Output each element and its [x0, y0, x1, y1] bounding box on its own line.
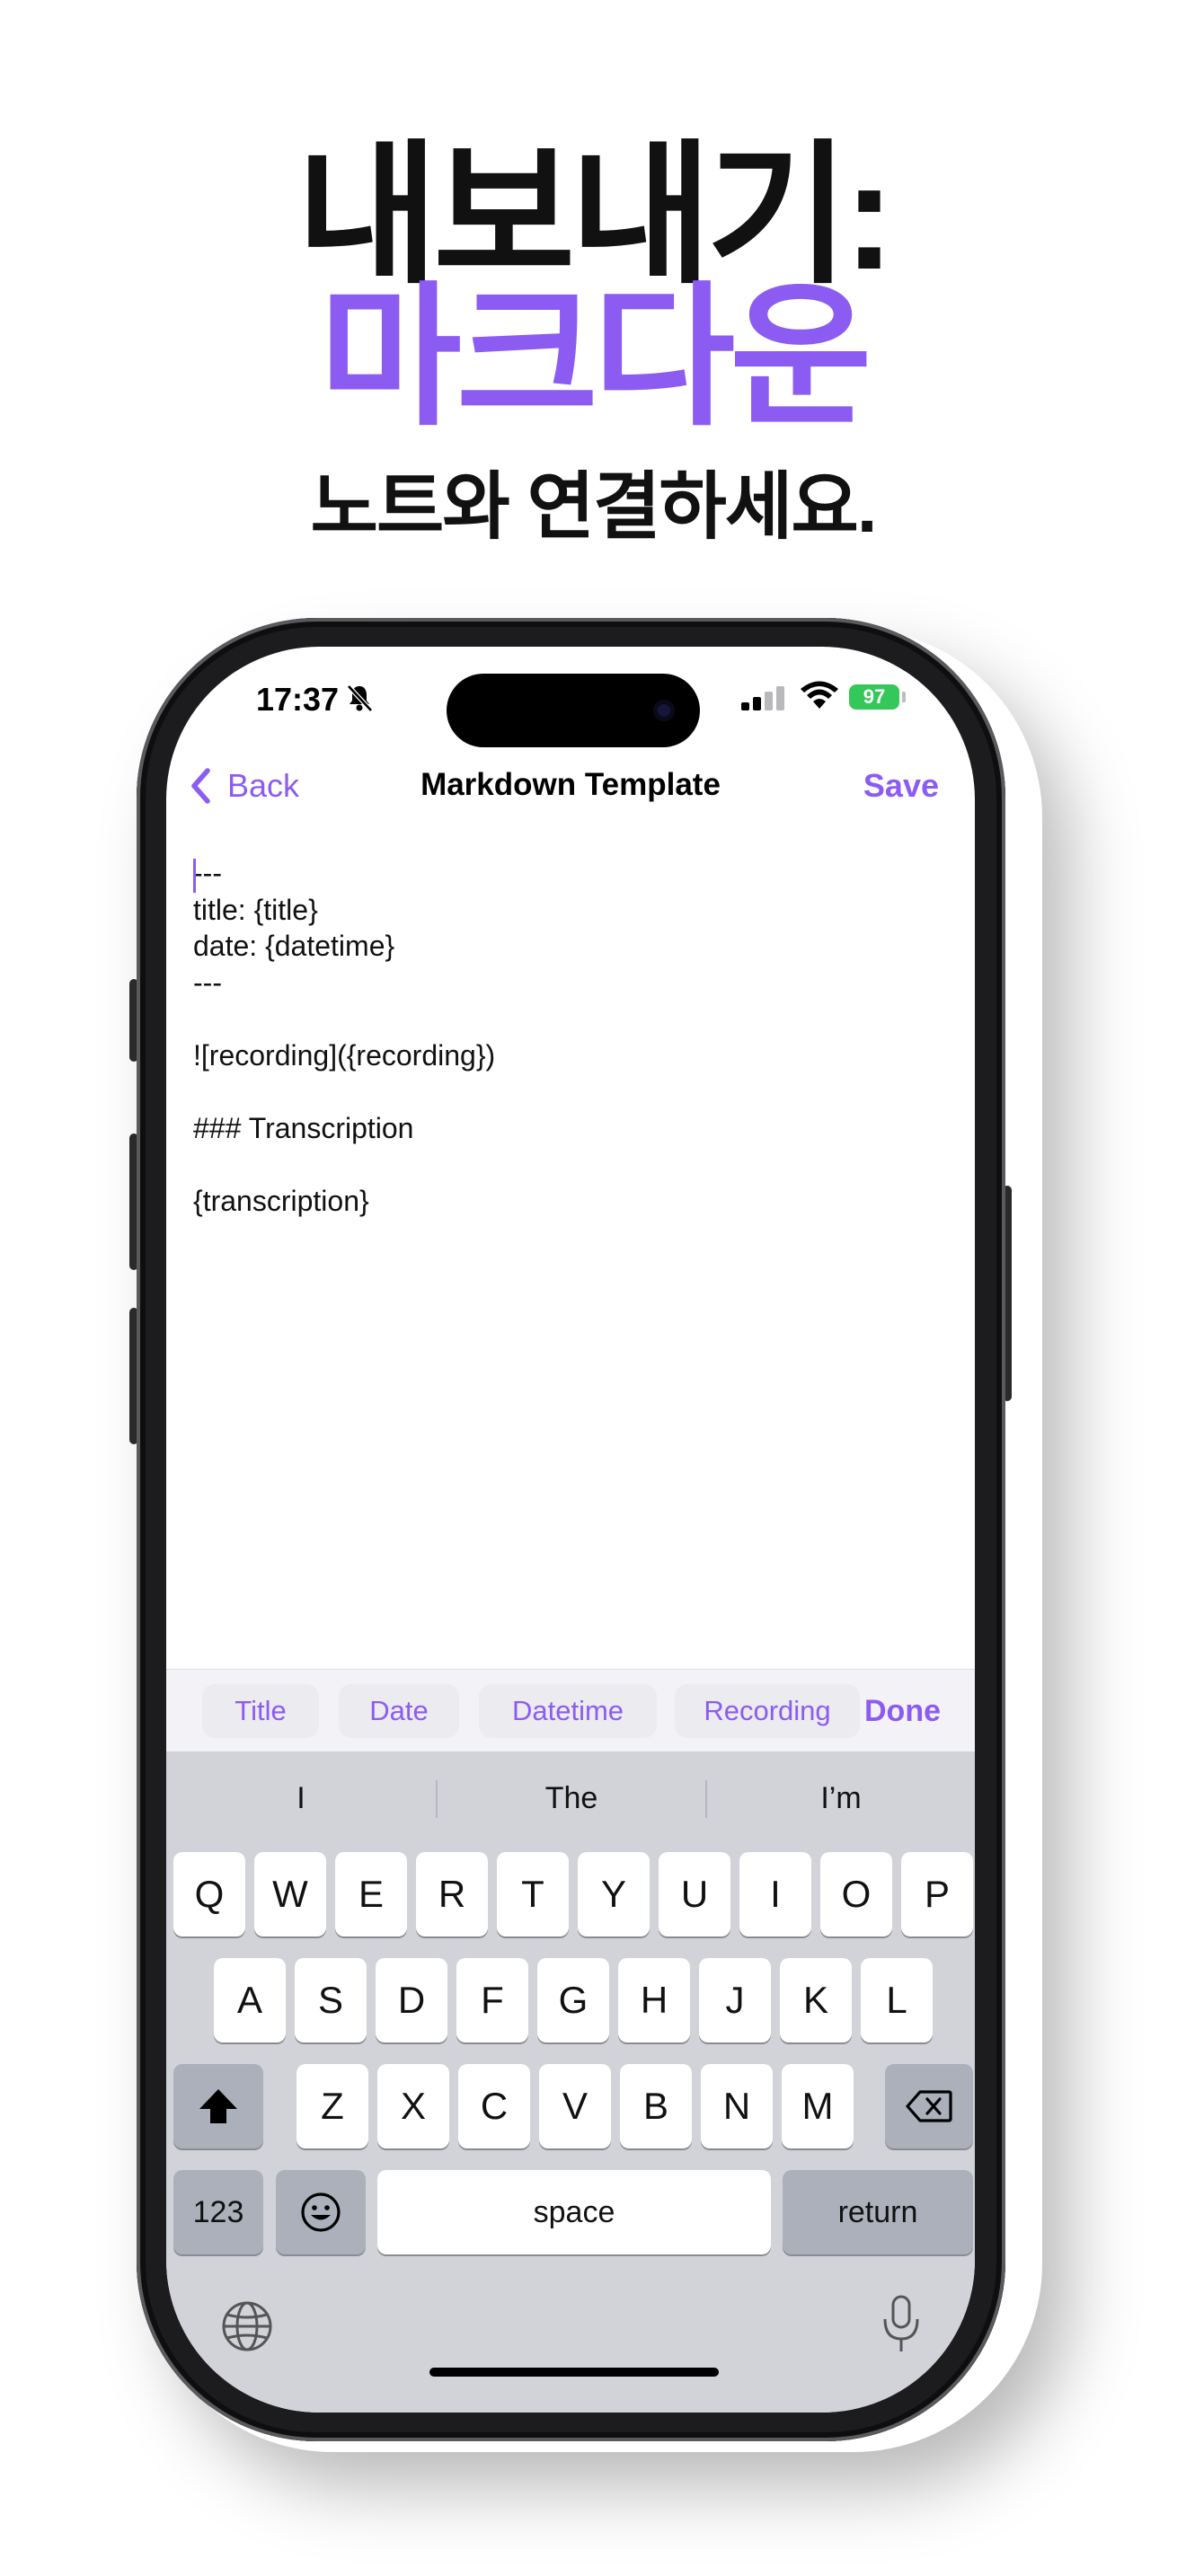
editor-line: ### Transcription: [193, 1111, 414, 1144]
key-s[interactable]: S: [295, 1958, 367, 2042]
home-indicator[interactable]: [429, 2368, 719, 2377]
insert-datetime-button[interactable]: Datetime: [479, 1684, 657, 1738]
insert-date-button[interactable]: Date: [339, 1684, 459, 1738]
emoji-icon: [301, 2192, 341, 2232]
key-h[interactable]: H: [618, 1958, 690, 2042]
editor-line: ![recording]({recording}): [193, 1038, 496, 1072]
shift-key[interactable]: [173, 2064, 263, 2148]
key-t[interactable]: T: [497, 1852, 569, 1936]
key-o[interactable]: O: [820, 1852, 892, 1936]
key-v[interactable]: V: [539, 2064, 611, 2148]
key-i[interactable]: I: [739, 1852, 811, 1936]
key-b[interactable]: B: [620, 2064, 692, 2148]
editor-line: {transcription}: [193, 1184, 369, 1217]
key-j[interactable]: J: [699, 1958, 771, 2042]
wifi-icon: [801, 681, 838, 709]
shift-arrow-icon: [199, 2089, 237, 2123]
editor-line: ---: [193, 966, 222, 999]
key-x[interactable]: X: [377, 2064, 449, 2148]
key-f[interactable]: F: [456, 1958, 528, 2042]
insert-recording-button[interactable]: Recording: [675, 1684, 860, 1738]
save-button[interactable]: Save: [863, 767, 939, 805]
keyboard-accessory-bar: Title Date Datetime Recording Done: [166, 1669, 975, 1752]
suggestion-1[interactable]: I: [166, 1771, 436, 1825]
insert-title-button[interactable]: Title: [202, 1684, 319, 1738]
key-w[interactable]: W: [254, 1852, 326, 1936]
key-e[interactable]: E: [335, 1852, 407, 1936]
globe-icon[interactable]: [220, 2299, 274, 2353]
battery-indicator: 97: [849, 684, 899, 710]
key-n[interactable]: N: [701, 2064, 773, 2148]
editor-line: date: {datetime}: [193, 930, 395, 962]
delete-backward-icon: [906, 2090, 952, 2122]
key-r[interactable]: R: [416, 1852, 488, 1936]
suggestion-3[interactable]: I’m: [707, 1771, 975, 1825]
key-d[interactable]: D: [376, 1958, 447, 2042]
emoji-key[interactable]: [276, 2170, 366, 2254]
suggestion-2[interactable]: The: [438, 1771, 705, 1825]
key-k[interactable]: K: [780, 1958, 852, 2042]
headline-line2: 마크다운: [319, 271, 872, 444]
bell-slash-icon: [347, 684, 373, 712]
dynamic-island: [447, 674, 700, 747]
space-key[interactable]: space: [377, 2170, 771, 2254]
editor-line: ---: [193, 857, 222, 889]
camera-icon: [653, 700, 675, 721]
key-a[interactable]: A: [214, 1958, 286, 2042]
key-l[interactable]: L: [861, 1958, 933, 2042]
key-y[interactable]: Y: [578, 1852, 650, 1936]
text-cursor: [193, 859, 196, 893]
done-button[interactable]: Done: [864, 1684, 941, 1738]
key-m[interactable]: M: [782, 2064, 854, 2148]
delete-key[interactable]: [885, 2064, 973, 2148]
cellular-signal-icon: [741, 686, 784, 710]
editor-line: title: {title}: [193, 893, 318, 926]
headline-subtitle: 노트와 연결하세요.: [310, 466, 877, 548]
key-c[interactable]: C: [458, 2064, 530, 2148]
key-z[interactable]: Z: [296, 2064, 368, 2148]
nav-title: Markdown Template: [420, 767, 721, 802]
key-q[interactable]: Q: [173, 1852, 245, 1936]
microphone-icon[interactable]: [881, 2294, 922, 2355]
keyboard: I The I’m QWERTYUIOP ASDFGHJKL ZXCVBNM 1…: [166, 1751, 975, 2413]
markdown-editor[interactable]: --- title: {title} date: {datetime} --- …: [193, 855, 948, 1219]
status-time: 17:37: [256, 681, 340, 718]
key-u[interactable]: U: [659, 1852, 730, 1936]
return-key[interactable]: return: [783, 2170, 973, 2254]
numbers-key[interactable]: 123: [173, 2170, 263, 2254]
key-g[interactable]: G: [537, 1958, 609, 2042]
battery-nub: [902, 692, 906, 702]
phone-screen: 17:37 97 Back Markdown Template Save ---…: [166, 647, 975, 2413]
key-p[interactable]: P: [901, 1852, 973, 1936]
